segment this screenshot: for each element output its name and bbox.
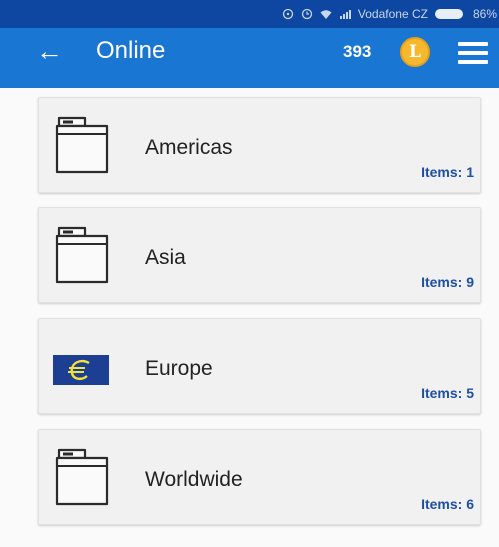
page-title: Online	[96, 37, 166, 64]
app-bar: ← Online 393 L	[0, 28, 499, 88]
item-label: Europe	[145, 357, 213, 380]
clock-icon	[301, 8, 313, 20]
alarm-icon	[282, 8, 294, 20]
status-bar: Vodafone CZ 86%	[0, 0, 499, 28]
folder-icon	[55, 226, 109, 284]
hamburger-menu-icon[interactable]	[458, 42, 488, 64]
eu-flag-icon	[53, 355, 109, 385]
folder-icon	[55, 448, 109, 506]
list-item-europe[interactable]: Europe Items: 5	[38, 318, 481, 414]
item-label: Americas	[145, 136, 233, 159]
item-count: Items: 5	[421, 385, 474, 401]
item-count: Items: 1	[421, 164, 474, 180]
coin-count: 393	[343, 42, 372, 61]
item-count: Items: 6	[421, 496, 474, 512]
carrier-name: Vodafone CZ	[357, 7, 428, 21]
battery-icon	[434, 9, 463, 19]
battery-percent: 86%	[472, 7, 497, 21]
signal-icon	[339, 8, 351, 20]
item-label: Worldwide	[145, 468, 243, 491]
coin-icon[interactable]: L	[400, 37, 430, 67]
item-count: Items: 9	[421, 274, 474, 290]
list-item-asia[interactable]: Asia Items: 9	[38, 207, 481, 303]
list-item-americas[interactable]: Americas Items: 1	[38, 97, 481, 193]
list-item-worldwide[interactable]: Worldwide Items: 6	[38, 429, 481, 525]
wifi-icon	[320, 8, 332, 20]
folder-icon	[55, 116, 109, 174]
back-arrow-icon[interactable]: ←	[36, 36, 63, 66]
item-label: Asia	[145, 246, 186, 269]
